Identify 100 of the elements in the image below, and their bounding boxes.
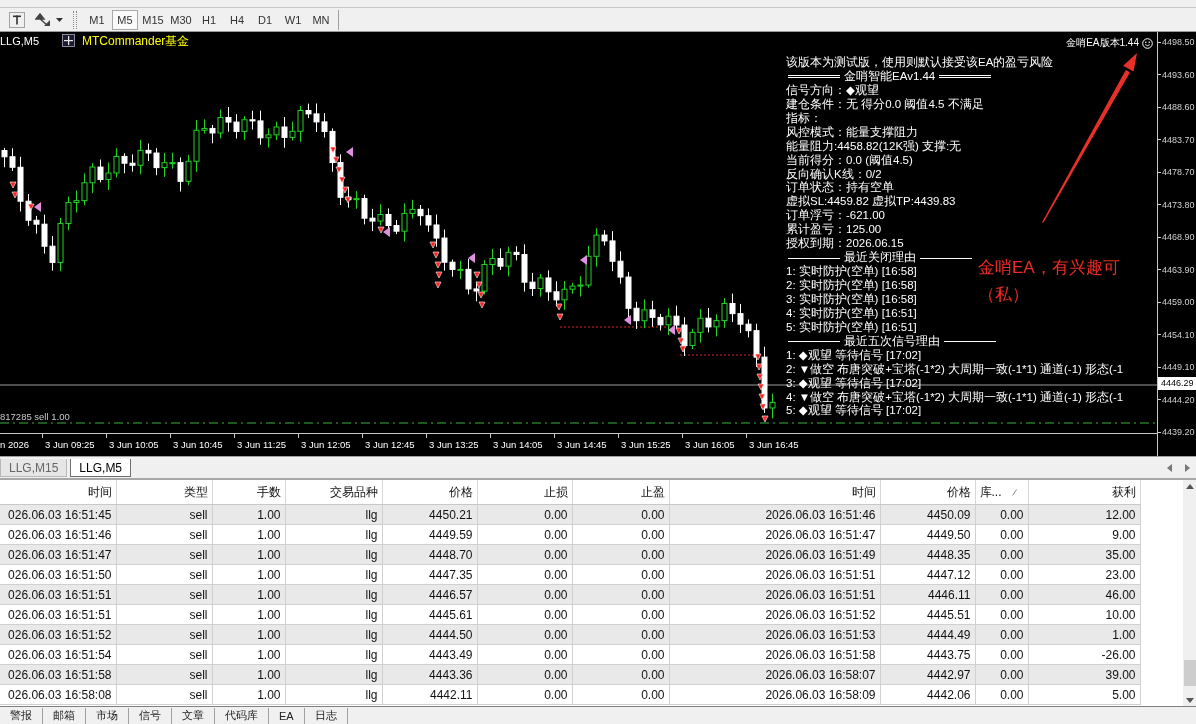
timeframe-button[interactable]: W1: [280, 9, 306, 30]
time-label: 3 Jun 09:25: [45, 439, 95, 450]
table-cell: 1.00: [212, 684, 285, 705]
table-cell: 026.06.03 16:58:08: [0, 684, 116, 705]
info-text: 反向确认K线：0/2: [786, 167, 882, 181]
table-cell: llg: [285, 644, 382, 665]
table-cell: 026.06.03 16:51:51: [0, 604, 116, 625]
table-cell: sell: [116, 604, 212, 625]
version-label: 金哨EA版本1.44: [1066, 36, 1139, 50]
symbol-label: LLG,M5: [0, 35, 40, 47]
column-header[interactable]: 价格: [448, 483, 473, 501]
timeframe-button[interactable]: M1: [84, 9, 110, 30]
column-header[interactable]: 交易品种: [329, 483, 378, 501]
table-cell: 026.06.03 16:51:45: [0, 504, 116, 525]
timeframe-button[interactable]: H1: [196, 9, 222, 30]
price-label: 4493.60: [1162, 69, 1195, 80]
current-price-label: 4446.29: [1158, 377, 1196, 390]
timeframe-button[interactable]: H4: [224, 9, 250, 30]
table-cell: 026.06.03 16:51:46: [0, 524, 116, 545]
table-cell: 1.00: [212, 604, 285, 625]
table-cell: 026.06.03 16:51:54: [0, 644, 116, 665]
table-cell: -26.00: [1028, 644, 1140, 665]
info-text: 建仓条件：无 得分0.0 阈值4.5 不满足: [786, 97, 984, 112]
info-text: 5: 实时防护(空单) [16:51]: [786, 320, 917, 335]
plus-icon: [64, 36, 73, 45]
table-cell: 4449.59: [382, 524, 477, 545]
indicator-label: MTCommander基金: [82, 33, 190, 50]
time-label: 3 Jun 13:25: [429, 439, 479, 450]
table-cell: 0.00: [572, 684, 669, 705]
bottom-tab[interactable]: 代码库: [215, 707, 269, 724]
vertical-scrollbar[interactable]: [1183, 480, 1196, 706]
time-label: 3 Jun 16:45: [749, 439, 799, 450]
time-label: 3 Jun 11:25: [237, 439, 286, 450]
section-heading: 最近关闭理由: [844, 251, 916, 265]
table-cell: 0.00: [477, 524, 572, 545]
table-cell: 026.06.03 16:51:47: [0, 544, 116, 565]
time-label: 3 Jun 12:05: [301, 439, 351, 450]
info-text: 4: ▼做空 布唐突破+宝塔(-1*2) 大周期一致(-1*1) 通道(-1) 形态(-1: [786, 390, 1124, 404]
table-cell: 23.00: [1028, 564, 1140, 585]
time-label: 3 Jun 14:45: [557, 439, 607, 450]
table-cell: 2026.06.03 16:58:09: [669, 684, 880, 705]
scroll-up-icon[interactable]: [1185, 484, 1194, 489]
column-header[interactable]: 获利: [1111, 483, 1136, 501]
table-cell: 4443.75: [880, 644, 975, 665]
expand-button[interactable]: [62, 34, 75, 47]
chart-tab[interactable]: LLG,M15: [0, 459, 68, 477]
column-header[interactable]: 手数: [256, 483, 281, 501]
arrows-dropdown-button[interactable]: [33, 10, 65, 29]
column-header[interactable]: 时间: [851, 483, 876, 501]
timeframe-button[interactable]: M30: [168, 9, 194, 30]
table-cell: llg: [285, 604, 382, 625]
annotation-text: （私）: [978, 284, 1029, 306]
price-label: 4454.10: [1162, 329, 1195, 340]
price-label: 4459.00: [1162, 297, 1195, 307]
price-label: 4488.60: [1162, 102, 1195, 112]
column-header[interactable]: 类型: [183, 483, 208, 501]
bottom-tab[interactable]: 邮箱: [43, 707, 86, 724]
timeframe-button[interactable]: D1: [252, 9, 278, 30]
bottom-tab[interactable]: EA: [269, 707, 305, 724]
bottom-tab[interactable]: 警报: [0, 707, 43, 724]
smiley-icon: [1142, 37, 1153, 49]
price-label: 4473.80: [1162, 199, 1195, 210]
order-label: 817285 sell 1.00: [0, 411, 70, 422]
table-cell: 1.00: [212, 524, 285, 545]
column-header[interactable]: 止损: [543, 483, 568, 501]
timeframe-button[interactable]: M15: [140, 9, 166, 30]
arrows-icon: [35, 12, 51, 27]
info-text: 2: ▼做空 布唐突破+宝塔(-1*2) 大周期一致(-1*1) 通道(-1) 形态(-1: [786, 362, 1124, 377]
info-text: 能量阻力:4458.82(12K强) 支撑:无: [786, 139, 962, 154]
column-header[interactable]: 止盈: [640, 483, 665, 501]
text-tool-icon[interactable]: [9, 11, 25, 28]
info-text: 订单浮亏：-621.00: [786, 209, 885, 223]
timeframe-button[interactable]: M5: [112, 9, 138, 30]
column-header[interactable]: 库...: [979, 483, 1002, 501]
table-cell: 1.00: [212, 644, 285, 665]
info-text: 1: ◆观望 等待信号 [17:02]: [786, 348, 922, 363]
scroll-left-icon[interactable]: [1167, 464, 1172, 472]
info-text: 2: 实时防护(空单) [16:58]: [786, 279, 917, 293]
column-header[interactable]: 时间: [87, 483, 112, 501]
bottom-tab[interactable]: 文章: [172, 707, 215, 724]
scrollbar-thumb[interactable]: [1183, 660, 1196, 686]
column-header[interactable]: 价格: [946, 483, 971, 501]
table-cell: 4447.35: [382, 564, 477, 585]
table-cell: 0.00: [572, 564, 669, 585]
scroll-down-icon[interactable]: [1185, 698, 1194, 703]
bottom-tab[interactable]: 信号: [129, 707, 172, 724]
table-cell: 0.00: [975, 524, 1028, 545]
scroll-right-icon[interactable]: [1185, 464, 1190, 472]
timeframe-button[interactable]: MN: [308, 9, 334, 30]
bottom-tab[interactable]: 日志: [304, 707, 348, 724]
table-cell: 4445.61: [382, 604, 477, 625]
bottom-tab[interactable]: 市场: [86, 707, 129, 724]
caret-icon: [56, 17, 63, 22]
table-cell: sell: [116, 644, 212, 665]
chart-tab[interactable]: LLG,M5: [70, 459, 132, 477]
info-text: 该版本为测试版，使用则默认接受该EA的盈亏风险: [786, 56, 1054, 70]
table-cell: 2026.06.03 16:51:52: [669, 604, 880, 625]
table-cell: 2026.06.03 16:51:58: [669, 644, 880, 665]
section-heading: 金哨智能EAv1.44: [844, 69, 936, 84]
table-cell: 4443.49: [382, 644, 477, 665]
